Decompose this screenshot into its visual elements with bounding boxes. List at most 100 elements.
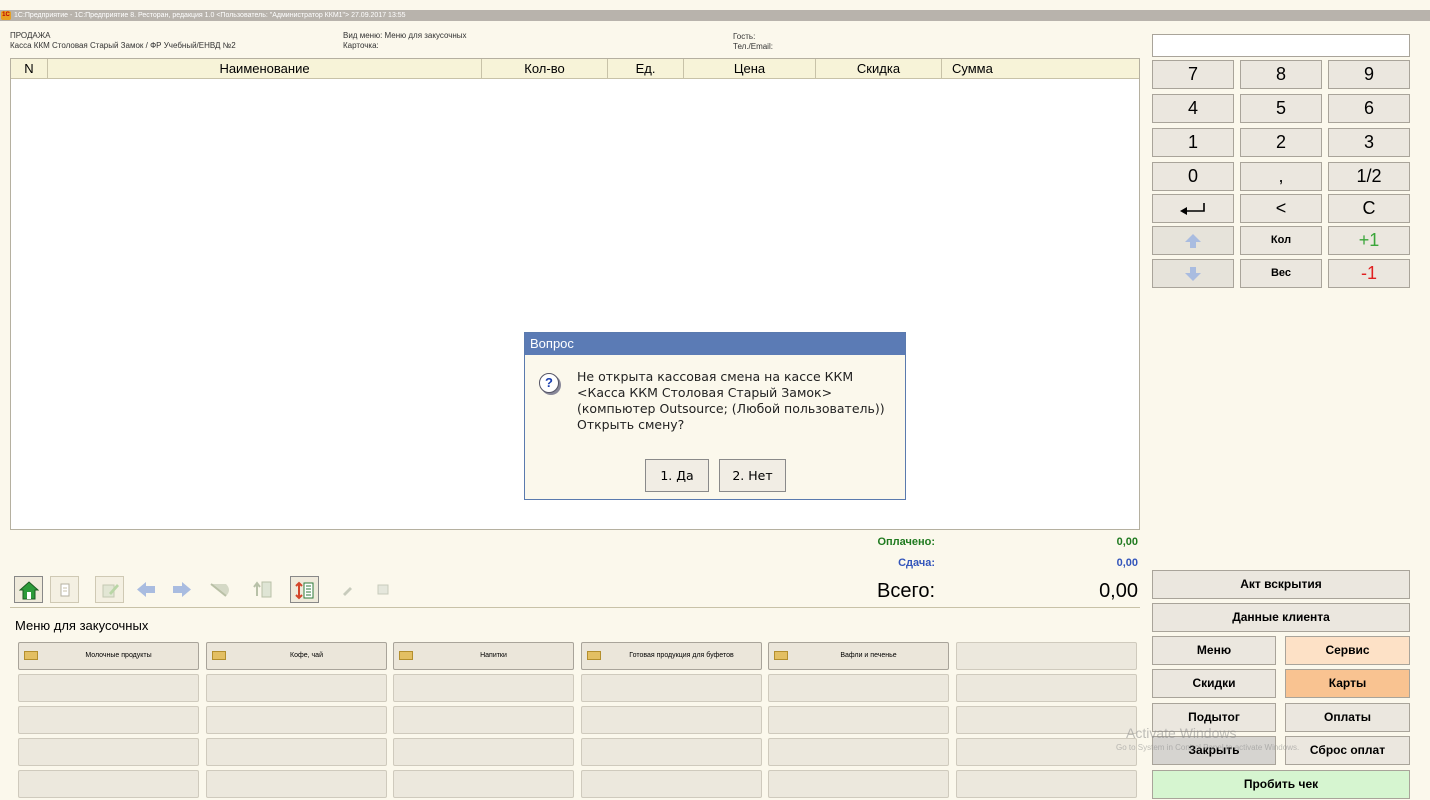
key-up[interactable] — [1152, 226, 1234, 255]
column-header-discount[interactable]: Скидка — [816, 59, 942, 79]
client-data-button[interactable]: Данные клиента — [1152, 603, 1410, 632]
menu-cell-empty[interactable] — [768, 674, 949, 702]
arrow-up-icon — [1185, 234, 1201, 248]
key-enter[interactable] — [1152, 194, 1234, 223]
menu-cell-empty[interactable] — [956, 770, 1137, 798]
key-half[interactable]: 1/2 — [1328, 162, 1410, 191]
sort-up-button[interactable] — [249, 576, 278, 603]
next-button[interactable] — [167, 576, 196, 603]
menu-cell-empty[interactable] — [956, 738, 1137, 766]
pos-window: 1С 1С:Предприятие - 1С:Предприятие 8. Ре… — [0, 0, 1430, 800]
activation-watermark-hint: Go to System in Control Panel to activat… — [1116, 743, 1300, 752]
table-header: N Наименование Кол-во Ед. Цена Скидка Су… — [11, 59, 1139, 79]
mode-label: ПРОДАЖА — [10, 31, 51, 40]
menu-cell-empty[interactable] — [206, 770, 387, 798]
menu-group-drinks[interactable]: Напитки — [393, 642, 574, 670]
menu-cell-empty[interactable] — [206, 674, 387, 702]
edit-row-button[interactable] — [334, 576, 363, 603]
menu-cell-empty[interactable] — [581, 770, 762, 798]
menu-cell-empty[interactable] — [206, 738, 387, 766]
prev-button[interactable] — [131, 576, 160, 603]
paid-value: 0,00 — [1116, 536, 1138, 548]
menu-cell-empty[interactable] — [393, 706, 574, 734]
key-6[interactable]: 6 — [1328, 94, 1410, 123]
menu-cell-empty[interactable] — [18, 770, 199, 798]
discount-button[interactable] — [204, 576, 233, 603]
plus-one-button[interactable]: +1 — [1328, 226, 1410, 255]
document-icon — [60, 583, 70, 597]
key-3[interactable]: 3 — [1328, 128, 1410, 157]
column-header-n[interactable]: N — [11, 59, 48, 79]
menu-cell-empty[interactable] — [393, 738, 574, 766]
menu-cell-empty[interactable] — [581, 738, 762, 766]
menu-button[interactable]: Меню — [1152, 636, 1276, 665]
menu-cell-empty[interactable] — [393, 674, 574, 702]
menu-group-dairy[interactable]: Молочные продукты — [18, 642, 199, 670]
print-receipt-button[interactable]: Пробить чек — [1152, 770, 1410, 799]
menu-cell-empty[interactable] — [18, 706, 199, 734]
sort-icon — [295, 581, 314, 600]
menu-group-label: Напитки — [480, 652, 507, 659]
menu-cell-empty[interactable] — [18, 674, 199, 702]
sort-button[interactable] — [290, 576, 319, 603]
key-backspace[interactable]: < — [1240, 194, 1322, 223]
key-comma[interactable]: , — [1240, 162, 1322, 191]
key-0[interactable]: 0 — [1152, 162, 1234, 191]
menu-group-coffee-tea[interactable]: Кофе, чай — [206, 642, 387, 670]
menu-cell-empty[interactable] — [768, 770, 949, 798]
service-button[interactable]: Сервис — [1285, 636, 1410, 665]
column-header-price[interactable]: Цена — [684, 59, 816, 79]
payments-button[interactable]: Оплаты — [1285, 703, 1410, 732]
key-4[interactable]: 4 — [1152, 94, 1234, 123]
key-9[interactable]: 9 — [1328, 60, 1410, 89]
menu-cell-empty[interactable] — [956, 642, 1137, 670]
column-header-unit[interactable]: Ед. — [608, 59, 684, 79]
column-header-sum[interactable]: Сумма — [942, 59, 1022, 79]
menu-group-waffles[interactable]: Вафли и печенье — [768, 642, 949, 670]
key-1[interactable]: 1 — [1152, 128, 1234, 157]
menu-cell-empty[interactable] — [393, 770, 574, 798]
column-header-qty[interactable]: Кол-во — [482, 59, 608, 79]
image-icon — [377, 584, 389, 595]
no-button[interactable]: 2. Нет — [719, 459, 786, 492]
folder-icon — [399, 651, 413, 660]
menu-cell-empty[interactable] — [768, 706, 949, 734]
qty-button[interactable]: Кол — [1240, 226, 1322, 255]
menu-group-label: Молочные продукты — [85, 652, 152, 659]
yes-button[interactable]: 1. Да — [645, 459, 709, 492]
folder-icon — [774, 651, 788, 660]
key-5[interactable]: 5 — [1240, 94, 1322, 123]
opening-act-button[interactable]: Акт вскрытия — [1152, 570, 1410, 599]
minus-one-button[interactable]: -1 — [1328, 259, 1410, 288]
key-7[interactable]: 7 — [1152, 60, 1234, 89]
edit-button[interactable] — [95, 576, 124, 603]
menu-cell-empty[interactable] — [768, 738, 949, 766]
document-button[interactable] — [50, 576, 79, 603]
menu-group-buffet[interactable]: Готовая продукция для буфетов — [581, 642, 762, 670]
menu-cell-empty[interactable] — [581, 674, 762, 702]
menu-view-label: Вид меню: Меню для закусочных — [343, 31, 467, 40]
key-down[interactable] — [1152, 259, 1234, 288]
key-clear[interactable]: C — [1328, 194, 1410, 223]
menu-cell-empty[interactable] — [18, 738, 199, 766]
home-button[interactable] — [14, 576, 43, 603]
dialog-title: Вопрос — [525, 333, 905, 355]
menu-cell-empty[interactable] — [581, 706, 762, 734]
folder-icon — [587, 651, 601, 660]
picture-button[interactable] — [369, 576, 398, 603]
sort-up-icon — [253, 581, 272, 598]
change-value: 0,00 — [1116, 557, 1138, 569]
cards-button[interactable]: Карты — [1285, 669, 1410, 698]
reset-payments-button[interactable]: Сброс оплат — [1285, 736, 1410, 765]
discounts-button[interactable]: Скидки — [1152, 669, 1276, 698]
column-header-name[interactable]: Наименование — [48, 59, 482, 79]
menu-cell-empty[interactable] — [206, 706, 387, 734]
menu-cell-empty[interactable] — [956, 706, 1137, 734]
menu-cell-empty[interactable] — [956, 674, 1137, 702]
weight-button[interactable]: Вес — [1240, 259, 1322, 288]
keypad-display[interactable] — [1152, 34, 1410, 57]
key-2[interactable]: 2 — [1240, 128, 1322, 157]
folder-icon — [24, 651, 38, 660]
key-8[interactable]: 8 — [1240, 60, 1322, 89]
menu-title: Меню для закусочных — [15, 618, 149, 633]
